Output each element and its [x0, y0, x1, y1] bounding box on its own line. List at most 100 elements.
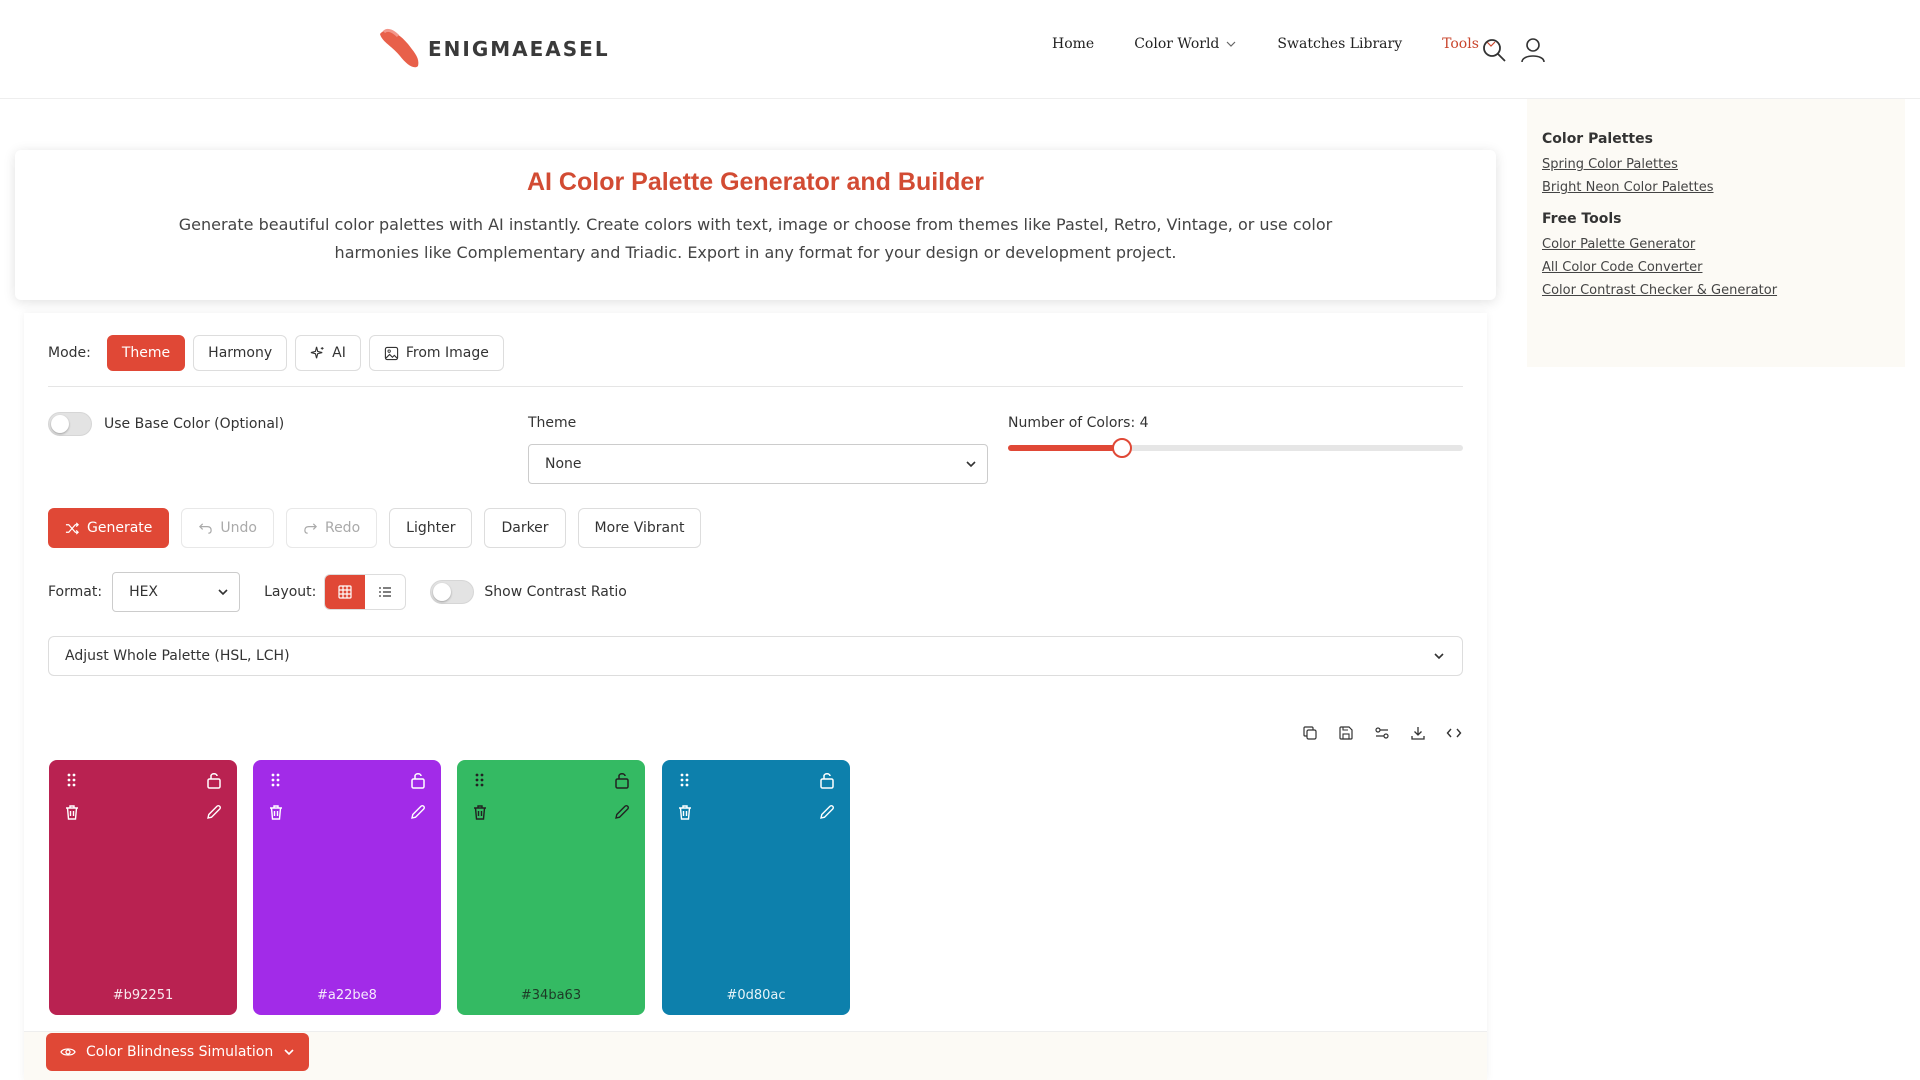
mode-divider	[48, 386, 1463, 387]
grid-icon	[338, 585, 352, 599]
base-color-label: Use Base Color (Optional)	[104, 416, 285, 432]
sidebar-link-code-converter[interactable]: All Color Code Converter	[1542, 260, 1890, 275]
more-vibrant-label: More Vibrant	[594, 520, 685, 536]
code-icon[interactable]	[1436, 721, 1472, 745]
adjust-palette-label: Adjust Whole Palette (HSL, LCH)	[65, 648, 290, 664]
edit-pencil-icon[interactable]	[612, 802, 632, 822]
drag-handle-icon[interactable]	[62, 770, 82, 790]
mode-from-image-button[interactable]: From Image	[368, 335, 504, 371]
site-logo[interactable]: ENIGMAEASEL	[376, 24, 610, 74]
mode-ai-button[interactable]: AI	[295, 335, 361, 371]
color-blindness-button[interactable]: Color Blindness Simulation	[46, 1033, 310, 1071]
color-blindness-label: Color Blindness Simulation	[86, 1044, 274, 1060]
chevron-down-icon	[1434, 653, 1444, 660]
contrast-label: Show Contrast Ratio	[484, 584, 627, 600]
chevron-down-icon	[1226, 41, 1236, 47]
sidebar-link-neon-palettes[interactable]: Bright Neon Color Palettes	[1542, 180, 1890, 195]
trash-icon[interactable]	[62, 802, 82, 822]
redo-icon	[304, 522, 317, 534]
darker-button[interactable]: Darker	[484, 508, 566, 548]
color-swatch[interactable]: #34ba63	[457, 760, 645, 1015]
download-icon[interactable]	[1400, 721, 1436, 745]
swatch-hex-label[interactable]: #b92251	[49, 988, 237, 1003]
intro-card: AI Color Palette Generator and Builder G…	[15, 150, 1496, 300]
nav-swatches-library[interactable]: Swatches Library	[1277, 36, 1402, 52]
user-icon[interactable]	[1519, 36, 1547, 64]
more-vibrant-button[interactable]: More Vibrant	[577, 508, 702, 548]
mode-harmony-button[interactable]: Harmony	[193, 335, 288, 371]
sidebar-title-color-palettes: Color Palettes	[1542, 131, 1653, 147]
trash-icon[interactable]	[470, 802, 490, 822]
swatch-hex-label[interactable]: #34ba63	[457, 988, 645, 1003]
undo-icon	[199, 522, 213, 534]
nav-home-label: Home	[1052, 36, 1095, 52]
sidebar-link-spring-palettes[interactable]: Spring Color Palettes	[1542, 157, 1890, 172]
undo-button[interactable]: Undo	[181, 508, 274, 548]
trash-icon[interactable]	[675, 802, 695, 822]
redo-button[interactable]: Redo	[285, 508, 378, 548]
palette-tool-panel: Mode: Theme Harmony AI From Image Use Ba…	[24, 313, 1487, 1080]
drag-handle-icon[interactable]	[266, 770, 286, 790]
color-count-slider[interactable]	[1008, 438, 1463, 458]
list-icon	[379, 587, 392, 597]
mode-theme-button[interactable]: Theme	[106, 335, 186, 371]
swatch-hex-label[interactable]: #0d80ac	[662, 988, 850, 1003]
nav-swatches-library-label: Swatches Library	[1277, 36, 1403, 52]
eye-icon	[60, 1048, 76, 1056]
adjust-palette-accordion[interactable]: Adjust Whole Palette (HSL, LCH)	[48, 636, 1463, 676]
palette-toolbar	[1292, 721, 1472, 745]
format-row: Format: HEX Layout: Show Contrast Ratio	[48, 572, 627, 612]
mode-row: Mode: Theme Harmony AI From Image	[48, 335, 504, 371]
sidebar: Color Palettes Spring Color Palettes Bri…	[1527, 99, 1905, 367]
mode-label: Mode:	[48, 345, 91, 361]
edit-pencil-icon[interactable]	[408, 802, 428, 822]
shuffle-icon	[65, 521, 79, 535]
redo-label: Redo	[324, 520, 361, 536]
edit-pencil-icon[interactable]	[817, 802, 837, 822]
image-icon	[384, 346, 399, 360]
generate-label: Generate	[87, 520, 153, 536]
edit-pencil-icon[interactable]	[204, 802, 224, 822]
color-count-slider-fill	[1008, 445, 1122, 451]
search-icon[interactable]	[1480, 36, 1508, 64]
mode-from-image-label: From Image	[405, 345, 489, 361]
sidebar-title-free-tools: Free Tools	[1542, 211, 1622, 227]
nav-color-world[interactable]: Color World	[1134, 36, 1237, 52]
undo-label: Undo	[220, 520, 257, 536]
nav-tools-label: Tools	[1442, 36, 1479, 52]
theme-select-value: None	[545, 456, 582, 472]
unlock-icon[interactable]	[204, 770, 224, 790]
color-swatch[interactable]: #a22be8	[253, 760, 441, 1015]
chevron-down-icon	[284, 1049, 294, 1056]
site-header: ENIGMAEASEL Home Color World Swatches Li…	[0, 0, 1920, 99]
layout-label: Layout:	[264, 584, 317, 600]
color-swatch[interactable]: #0d80ac	[662, 760, 850, 1015]
brush-logo-icon	[380, 28, 419, 68]
unlock-icon[interactable]	[612, 770, 632, 790]
chevron-down-icon	[218, 589, 228, 596]
base-color-toggle[interactable]	[48, 412, 92, 436]
theme-select[interactable]: None	[528, 444, 988, 484]
lighter-label: Lighter	[406, 520, 456, 536]
color-count-slider-thumb[interactable]	[1111, 438, 1132, 458]
sidebar-link-contrast-checker[interactable]: Color Contrast Checker & Generator	[1542, 283, 1890, 298]
lighter-button[interactable]: Lighter	[389, 508, 473, 548]
share-icon[interactable]	[1364, 721, 1400, 745]
nav-home[interactable]: Home	[1052, 36, 1094, 52]
drag-handle-icon[interactable]	[675, 770, 695, 790]
color-swatch[interactable]: #b92251	[49, 760, 237, 1015]
copy-icon[interactable]	[1292, 721, 1328, 745]
drag-handle-icon[interactable]	[470, 770, 490, 790]
swatch-hex-label[interactable]: #a22be8	[253, 988, 441, 1003]
sidebar-link-palette-generator[interactable]: Color Palette Generator	[1542, 237, 1890, 252]
layout-grid-button[interactable]	[325, 575, 366, 609]
nav-color-world-label: Color World	[1134, 36, 1220, 52]
contrast-toggle[interactable]	[430, 580, 475, 604]
format-select[interactable]: HEX	[112, 572, 241, 612]
layout-list-button[interactable]	[365, 575, 405, 609]
generate-button[interactable]: Generate	[48, 508, 170, 548]
save-icon[interactable]	[1328, 721, 1364, 745]
unlock-icon[interactable]	[408, 770, 428, 790]
unlock-icon[interactable]	[817, 770, 837, 790]
trash-icon[interactable]	[266, 802, 286, 822]
